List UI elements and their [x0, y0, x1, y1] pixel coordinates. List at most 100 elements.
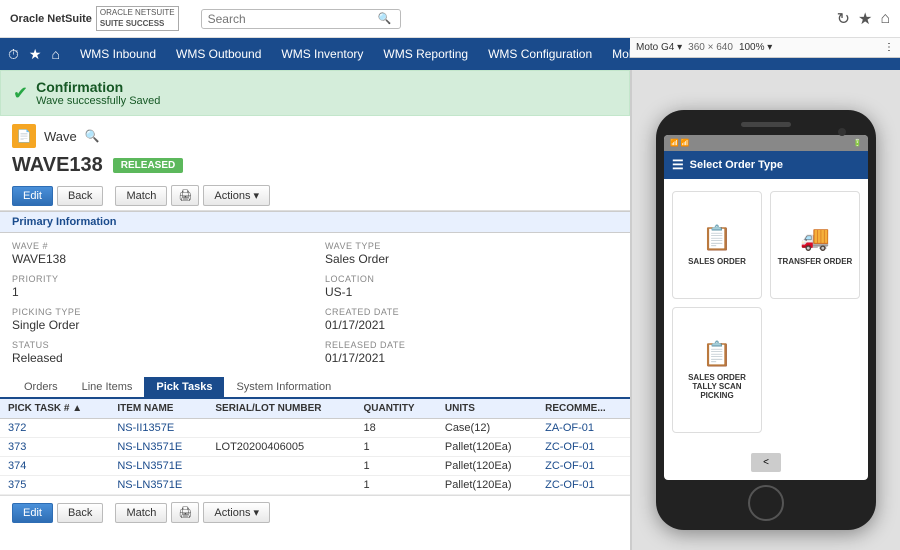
- nav-wms-inventory[interactable]: WMS Inventory: [271, 38, 373, 70]
- search-input[interactable]: [208, 12, 378, 26]
- sales-order-icon: 📋: [702, 224, 732, 253]
- phone-screen: 📶 📶 🔋 ☰ Select Order Type 📋 SALES ORDER …: [664, 135, 868, 480]
- confirmation-banner: ✔ Confirmation Wave successfully Saved: [0, 70, 630, 116]
- created-date-field: CREATED DATE 01/17/2021: [325, 307, 618, 332]
- phone-back-button[interactable]: <: [751, 453, 781, 472]
- cell-quantity: 1: [355, 476, 436, 495]
- picking-type-field: PICKING TYPE Single Order: [12, 307, 305, 332]
- phone-header-title: Select Order Type: [690, 159, 783, 171]
- col-item-name: ITEM NAME: [109, 399, 207, 419]
- table-row: 373 NS-LN3571E LOT20200406005 1 Pallet(1…: [0, 438, 630, 457]
- wave-type-field: WAVE TYPE Sales Order: [325, 241, 618, 266]
- cell-serial-lot: LOT20200406005: [207, 438, 355, 457]
- oracle-logo: Oracle NetSuite: [10, 13, 92, 25]
- pick-tasks-table: PICK TASK # ▲ ITEM NAME SERIAL/LOT NUMBE…: [0, 399, 630, 495]
- hamburger-icon[interactable]: ☰: [672, 157, 684, 173]
- phone-tile-sales-order[interactable]: 📋 SALES ORDER: [672, 191, 762, 299]
- tally-scan-icon: 📋: [702, 340, 732, 369]
- cell-recommended: ZC-OF-01: [537, 476, 630, 495]
- star-nav-icon[interactable]: ★: [29, 46, 42, 63]
- top-bar: Oracle NetSuite ORACLE NETSUITESUITE SUC…: [0, 0, 900, 38]
- wave-title-row: WAVE138 RELEASED: [0, 152, 630, 181]
- bottom-toolbar: Edit Back Match 🖨 Actions ▾: [0, 495, 630, 529]
- search-icon: 🔍: [378, 12, 392, 25]
- cell-serial-lot: [207, 419, 355, 438]
- phone-status-bar: 📶 📶 🔋: [664, 135, 868, 151]
- cell-units: Pallet(120Ea): [437, 476, 537, 495]
- wave-search-icon[interactable]: 🔍: [85, 129, 100, 143]
- cell-pick-task: 373: [0, 438, 109, 457]
- actions-button[interactable]: Actions ▾: [203, 185, 270, 206]
- phone-tile-transfer-order[interactable]: 🚚 TRANSFER ORDER: [770, 191, 860, 299]
- print-button[interactable]: 🖨: [171, 185, 199, 206]
- bottom-print-button[interactable]: 🖨: [171, 502, 199, 523]
- col-quantity: QUANTITY: [355, 399, 436, 419]
- nav-wms-outbound[interactable]: WMS Outbound: [166, 38, 271, 70]
- bottom-edit-button[interactable]: Edit: [12, 503, 53, 523]
- bottom-match-button[interactable]: Match: [115, 503, 167, 523]
- home-icon[interactable]: ⌂: [880, 10, 890, 28]
- match-button[interactable]: Match: [115, 186, 167, 206]
- cell-item-name: NS-II1357E: [109, 419, 207, 438]
- bottom-back-button[interactable]: Back: [57, 503, 103, 523]
- wave-label: Wave: [44, 129, 77, 144]
- back-button[interactable]: Back: [57, 186, 103, 206]
- nav-wms-configuration[interactable]: WMS Configuration: [478, 38, 602, 70]
- tab-pick-tasks[interactable]: Pick Tasks: [144, 377, 224, 399]
- location-value: US-1: [325, 285, 618, 299]
- priority-field: PRIORITY 1: [12, 274, 305, 299]
- bottom-actions-button[interactable]: Actions ▾: [203, 502, 270, 523]
- bottom-actions-label: Actions ▾: [214, 506, 259, 519]
- edit-button[interactable]: Edit: [12, 186, 53, 206]
- tabs-bar: Orders Line Items Pick Tasks System Info…: [0, 377, 630, 399]
- phone-battery: 🔋: [853, 139, 862, 147]
- cell-item-name: NS-LN3571E: [109, 457, 207, 476]
- confirmation-subtitle: Wave successfully Saved: [36, 95, 160, 107]
- col-pick-task[interactable]: PICK TASK # ▲: [0, 399, 109, 419]
- priority-value: 1: [12, 285, 305, 299]
- tab-line-items[interactable]: Line Items: [70, 377, 145, 399]
- primary-info-header: Primary Information: [0, 211, 630, 233]
- top-icons: ↻ ★ ⌂: [837, 9, 890, 29]
- released-date-label: RELEASED DATE: [325, 340, 618, 350]
- wave-number-label: WAVE #: [12, 241, 305, 251]
- phone-home-button[interactable]: [748, 485, 784, 521]
- primary-info-grid: WAVE # WAVE138 WAVE TYPE Sales Order PRI…: [0, 233, 630, 373]
- cell-units: Pallet(120Ea): [437, 438, 537, 457]
- cell-quantity: 18: [355, 419, 436, 438]
- transfer-order-icon: 🚚: [800, 224, 830, 253]
- transfer-order-label: TRANSFER ORDER: [778, 257, 853, 266]
- col-units: UNITS: [437, 399, 537, 419]
- cell-serial-lot: [207, 457, 355, 476]
- search-box[interactable]: 🔍: [201, 9, 401, 29]
- created-date-value: 01/17/2021: [325, 318, 618, 332]
- status-label: STATUS: [12, 340, 305, 350]
- actions-label: Actions ▾: [214, 189, 259, 202]
- nav-wms-reporting[interactable]: WMS Reporting: [373, 38, 478, 70]
- table-row: 372 NS-II1357E 18 Case(12) ZA-OF-01: [0, 419, 630, 438]
- released-date-value: 01/17/2021: [325, 351, 618, 365]
- right-panel: Moto G4 ▾ 360 × 640 100% ▾ ⋮ 📶 📶 🔋 ☰ Sel…: [630, 70, 900, 550]
- tab-orders[interactable]: Orders: [12, 377, 70, 399]
- location-label: LOCATION: [325, 274, 618, 284]
- nav-wms-inbound[interactable]: WMS Inbound: [70, 38, 166, 70]
- clock-icon[interactable]: ⏱: [8, 46, 19, 63]
- suite-success-logo: ORACLE NETSUITESUITE SUCCESS: [96, 6, 179, 31]
- star-icon[interactable]: ★: [858, 9, 872, 29]
- wave-header: 📄 Wave 🔍: [0, 116, 630, 152]
- refresh-icon[interactable]: ↻: [837, 9, 850, 29]
- confirmation-title: Confirmation: [36, 79, 160, 95]
- cell-item-name: NS-LN3571E: [109, 476, 207, 495]
- wave-number: WAVE138: [12, 154, 103, 177]
- home-nav-icon[interactable]: ⌂: [51, 46, 59, 62]
- phone-tile-tally-scan[interactable]: 📋 Sales Order Tally Scan Picking: [672, 307, 762, 433]
- table-row: 375 NS-LN3571E 1 Pallet(120Ea) ZC-OF-01: [0, 476, 630, 495]
- cell-recommended: ZC-OF-01: [537, 457, 630, 476]
- tab-system-info[interactable]: System Information: [224, 377, 343, 399]
- status-field: STATUS Released: [12, 340, 305, 365]
- phone-app-header: ☰ Select Order Type: [664, 151, 868, 179]
- phone-speaker: [741, 122, 791, 127]
- cell-item-name: NS-LN3571E: [109, 438, 207, 457]
- cell-quantity: 1: [355, 438, 436, 457]
- main-area: ✔ Confirmation Wave successfully Saved 📄…: [0, 70, 900, 550]
